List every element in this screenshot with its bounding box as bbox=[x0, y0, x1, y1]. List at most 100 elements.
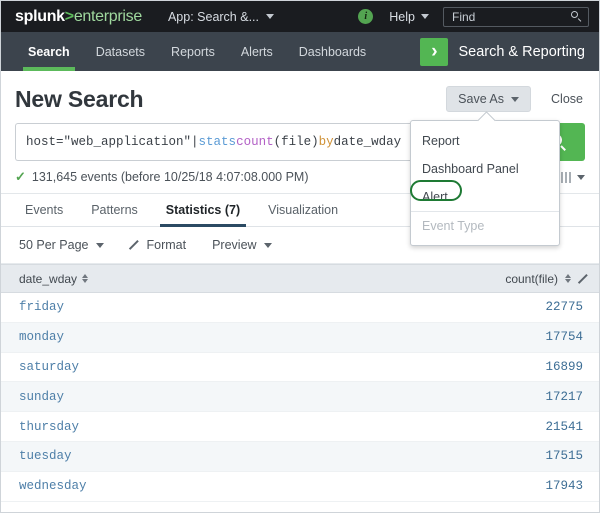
save-as-button[interactable]: Save As bbox=[446, 86, 531, 112]
menu-item-report[interactable]: Report bbox=[411, 127, 559, 155]
check-icon: ✓ bbox=[15, 169, 26, 185]
tab-label: Events bbox=[25, 203, 63, 217]
tab-visualization[interactable]: Visualization bbox=[254, 194, 352, 226]
menu-item-event-type: Event Type bbox=[411, 211, 559, 239]
preview-dropdown[interactable]: Preview bbox=[212, 238, 271, 252]
cell-count-file[interactable]: 16899 bbox=[545, 360, 589, 374]
nav-items: Search Datasets Reports Alerts Dashboard… bbox=[1, 32, 379, 71]
table-header-row: date_wday count(file) bbox=[1, 264, 600, 293]
help-label: Help bbox=[389, 10, 415, 24]
menu-item-label: Dashboard Panel bbox=[422, 162, 519, 176]
per-page-dropdown[interactable]: 50 Per Page bbox=[19, 238, 104, 252]
table-row[interactable]: thursday 21541 bbox=[1, 412, 600, 442]
column-header-date-wday[interactable]: date_wday bbox=[19, 272, 89, 286]
meta-actions[interactable] bbox=[561, 172, 585, 183]
cell-count-file[interactable]: 17754 bbox=[545, 330, 589, 344]
cell-date-wday[interactable]: friday bbox=[19, 300, 64, 314]
query-token-by: by bbox=[319, 135, 334, 149]
nav-item-reports[interactable]: Reports bbox=[158, 32, 228, 71]
sort-icon[interactable] bbox=[82, 273, 89, 284]
table-row[interactable]: tuesday 17515 bbox=[1, 442, 600, 472]
query-token-file-arg: (file) bbox=[274, 135, 319, 149]
logo-text-splunk: splunk bbox=[15, 8, 65, 25]
top-bar: splunk>enterprise App: Search &... i Hel… bbox=[1, 1, 599, 32]
tab-label: Visualization bbox=[268, 203, 338, 217]
cell-count-file[interactable]: 17515 bbox=[545, 449, 589, 463]
app-brand-label: Search & Reporting bbox=[458, 44, 585, 60]
nav-item-label: Dashboards bbox=[299, 45, 366, 59]
results-table: date_wday count(file) friday 22775 monda… bbox=[1, 264, 600, 502]
cell-date-wday[interactable]: tuesday bbox=[19, 449, 72, 463]
chevron-down-icon bbox=[421, 14, 429, 19]
find-input[interactable] bbox=[452, 10, 571, 24]
cell-date-wday[interactable]: thursday bbox=[19, 420, 79, 434]
splunk-app-window: splunk>enterprise App: Search &... i Hel… bbox=[0, 0, 600, 513]
chevron-down-icon[interactable] bbox=[577, 175, 585, 180]
tab-events[interactable]: Events bbox=[15, 194, 77, 226]
query-token-stats: stats bbox=[199, 135, 237, 149]
main-navigation-bar: Search Datasets Reports Alerts Dashboard… bbox=[1, 32, 599, 71]
info-icon[interactable]: i bbox=[358, 9, 373, 24]
help-menu[interactable]: Help bbox=[389, 10, 429, 24]
table-row[interactable]: sunday 17217 bbox=[1, 382, 600, 412]
app-selector-dropdown[interactable]: App: Search &... bbox=[168, 10, 274, 24]
find-box[interactable] bbox=[443, 7, 589, 27]
tab-label: Statistics (7) bbox=[166, 203, 240, 217]
events-count-text: 131,645 events (before 10/25/18 4:07:08.… bbox=[32, 170, 309, 184]
table-row[interactable]: saturday 16899 bbox=[1, 353, 600, 383]
nav-item-label: Search bbox=[28, 45, 70, 59]
nav-spacer bbox=[379, 32, 420, 71]
pencil-icon[interactable] bbox=[579, 274, 589, 284]
export-icon[interactable] bbox=[561, 172, 571, 183]
column-header-label: date_wday bbox=[19, 272, 77, 286]
splunk-logo[interactable]: splunk>enterprise bbox=[15, 8, 142, 26]
tab-label: Patterns bbox=[91, 203, 138, 217]
search-icon[interactable] bbox=[571, 11, 582, 22]
cell-count-file[interactable]: 22775 bbox=[545, 300, 589, 314]
nav-item-search[interactable]: Search bbox=[15, 32, 83, 71]
cell-date-wday[interactable]: monday bbox=[19, 330, 64, 344]
save-as-label: Save As bbox=[458, 92, 504, 106]
save-as-dropdown-menu: Report Dashboard Panel Alert Event Type bbox=[410, 120, 560, 246]
menu-item-label: Event Type bbox=[422, 219, 484, 233]
query-token-count: count bbox=[236, 135, 274, 149]
pencil-icon bbox=[130, 240, 140, 250]
query-token-pipe: | bbox=[191, 135, 199, 149]
chevron-down-icon bbox=[511, 97, 519, 102]
nav-item-dashboards[interactable]: Dashboards bbox=[286, 32, 379, 71]
app-brand[interactable]: › Search & Reporting bbox=[420, 32, 599, 71]
table-row[interactable]: friday 22775 bbox=[1, 293, 600, 323]
chevron-down-icon bbox=[266, 14, 274, 19]
nav-item-alerts[interactable]: Alerts bbox=[228, 32, 286, 71]
menu-item-alert[interactable]: Alert bbox=[411, 183, 559, 211]
cell-date-wday[interactable]: wednesday bbox=[19, 479, 87, 493]
cell-count-file[interactable]: 21541 bbox=[545, 420, 589, 434]
popup-bottom-padding bbox=[411, 239, 559, 245]
format-button[interactable]: Format bbox=[130, 238, 187, 252]
nav-item-label: Datasets bbox=[96, 45, 145, 59]
tab-statistics[interactable]: Statistics (7) bbox=[152, 194, 254, 226]
column-header-label: count(file) bbox=[505, 272, 558, 286]
tab-patterns[interactable]: Patterns bbox=[77, 194, 152, 226]
query-token-host: host="web_application" bbox=[26, 135, 191, 149]
logo-chevron: > bbox=[65, 8, 74, 25]
column-header-count-file[interactable]: count(file) bbox=[505, 272, 589, 286]
nav-item-datasets[interactable]: Datasets bbox=[83, 32, 158, 71]
page-title-row: New Search Save As Close bbox=[15, 71, 585, 121]
cell-date-wday[interactable]: sunday bbox=[19, 390, 64, 404]
chevron-down-icon bbox=[264, 243, 272, 248]
cell-count-file[interactable]: 17217 bbox=[545, 390, 589, 404]
chevron-down-icon bbox=[96, 243, 104, 248]
close-button[interactable]: Close bbox=[551, 92, 583, 106]
table-row[interactable]: monday 17754 bbox=[1, 323, 600, 353]
menu-item-label: Report bbox=[422, 134, 460, 148]
format-label: Format bbox=[147, 238, 187, 252]
per-page-label: 50 Per Page bbox=[19, 238, 89, 252]
cell-count-file[interactable]: 17943 bbox=[545, 479, 589, 493]
nav-item-label: Reports bbox=[171, 45, 215, 59]
table-row[interactable]: wednesday 17943 bbox=[1, 472, 600, 502]
menu-item-dashboard-panel[interactable]: Dashboard Panel bbox=[411, 155, 559, 183]
page-title: New Search bbox=[15, 86, 143, 113]
cell-date-wday[interactable]: saturday bbox=[19, 360, 79, 374]
sort-icon[interactable] bbox=[565, 273, 572, 284]
